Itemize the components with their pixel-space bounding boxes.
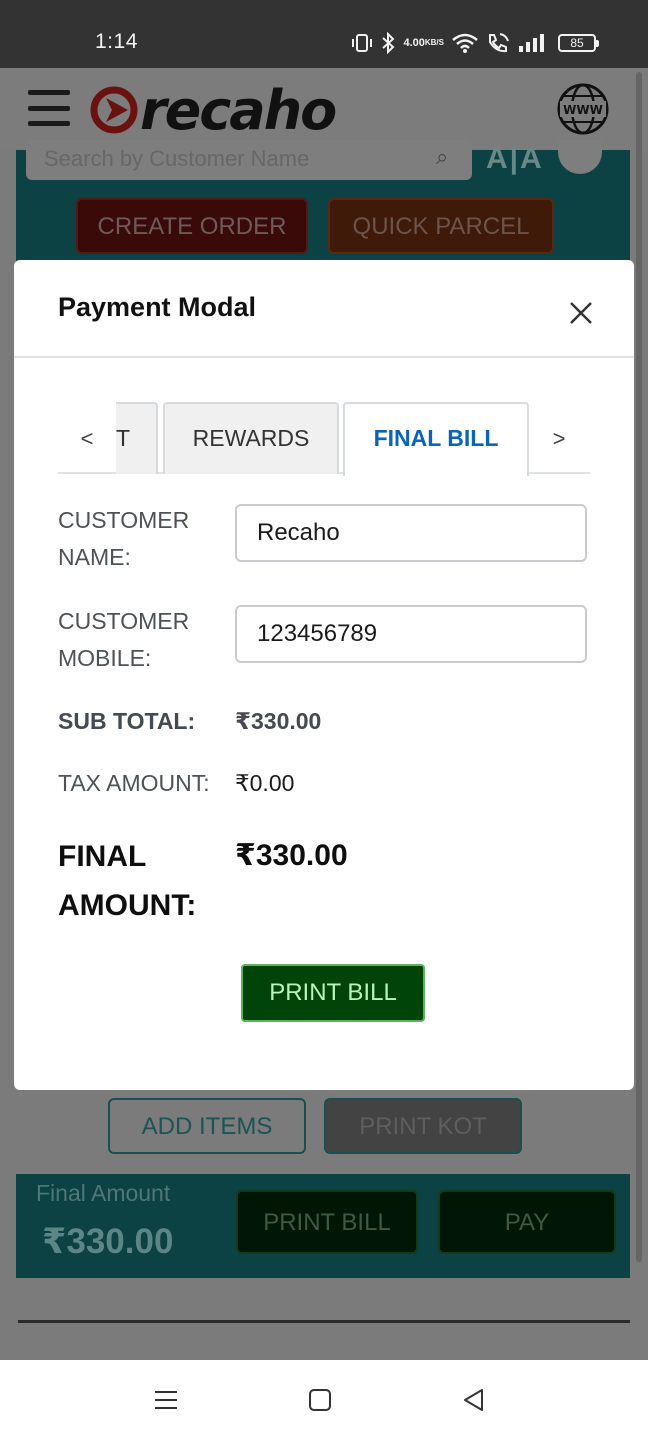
battery-icon: 85 [558, 31, 599, 55]
search-icon[interactable]: ⌕ [436, 144, 448, 170]
modal-header: Payment Modal [14, 260, 634, 358]
quick-parcel-button[interactable]: QUICK PARCEL [328, 198, 554, 254]
wifi-icon [452, 31, 478, 55]
tab-partial[interactable]: T [116, 402, 158, 474]
close-icon[interactable] [566, 298, 596, 328]
signal-icon [518, 31, 544, 55]
app-header: recaho WWW [0, 68, 648, 150]
logo-text: recaho [140, 78, 337, 142]
navigation-bar [0, 1360, 648, 1440]
net-speed-value: 4.00 [403, 37, 425, 49]
print-kot-button[interactable]: PRINT KOT [324, 1098, 522, 1154]
print-bill-button[interactable]: PRINT BILL [241, 964, 425, 1022]
app-logo: recaho [90, 78, 337, 142]
home-icon[interactable] [306, 1386, 334, 1414]
tax-amount-label: TAX AMOUNT: [58, 770, 210, 796]
final-amount-label-line1: FINAL [58, 840, 147, 873]
status-bar: 1:14 4.00 KB/S 85 [0, 0, 648, 68]
search-input[interactable]: Search by Customer Name [26, 140, 472, 180]
customer-name-label-line1: CUSTOMER [58, 507, 190, 533]
create-order-button[interactable]: CREATE ORDER [76, 198, 308, 254]
logo-mark-icon [90, 86, 138, 134]
tab-scroll-left-icon[interactable]: < [74, 426, 100, 452]
tax-amount-value: ₹0.00 [235, 770, 295, 796]
customer-mobile-label: CUSTOMER MOBILE: [58, 603, 189, 677]
modal-title: Payment Modal [58, 292, 257, 322]
net-speed-unit: KB/S [424, 38, 444, 47]
footer-final-amount-value: ₹330.00 [42, 1222, 174, 1261]
vibrate-icon [351, 31, 373, 55]
customer-name-input[interactable] [235, 504, 587, 562]
tab-rewards[interactable]: REWARDS [163, 402, 339, 474]
sub-total-label: SUB TOTAL: [58, 708, 196, 734]
add-items-button[interactable]: ADD ITEMS [108, 1098, 306, 1154]
whatsapp-icon[interactable] [558, 140, 602, 174]
network-speed: 4.00 KB/S [403, 31, 444, 55]
battery-level: 85 [558, 34, 599, 52]
customer-name-label-line2: NAME: [58, 544, 131, 570]
footer-print-bill-button[interactable]: PRINT BILL [236, 1190, 418, 1254]
pay-button[interactable]: PAY [438, 1190, 616, 1254]
sub-total-value: ₹330.00 [235, 708, 322, 734]
scrollbar[interactable] [636, 72, 642, 1262]
status-icons: 4.00 KB/S 85 [351, 28, 599, 58]
menu-icon[interactable] [28, 90, 70, 126]
recent-apps-icon[interactable] [152, 1386, 180, 1414]
back-icon[interactable] [460, 1386, 488, 1414]
final-amount-value: ₹330.00 [235, 839, 348, 872]
footer-final-amount-label: Final Amount [36, 1180, 171, 1206]
svg-text:WWW: WWW [563, 103, 603, 117]
customer-mobile-label-line1: CUSTOMER [58, 608, 190, 634]
font-size-icon[interactable]: A|A [486, 142, 544, 176]
website-globe-icon[interactable]: WWW [556, 82, 610, 136]
final-amount-label: FINAL AMOUNT: [58, 832, 196, 930]
tab-final-bill[interactable]: FINAL BILL [343, 402, 529, 476]
status-time: 1:14 [95, 30, 138, 53]
tab-scroll-right-icon[interactable]: > [546, 426, 572, 452]
customer-mobile-label-line2: MOBILE: [58, 645, 152, 671]
customer-mobile-input[interactable] [235, 605, 587, 663]
final-amount-label-line2: AMOUNT: [58, 889, 197, 922]
payment-modal: Payment Modal < T REWARDS FINAL BILL > C… [14, 260, 634, 1090]
divider [18, 1320, 630, 1323]
customer-name-label: CUSTOMER NAME: [58, 502, 189, 576]
bluetooth-icon [381, 31, 395, 55]
payment-tabs: < T REWARDS FINAL BILL > [58, 402, 590, 476]
wifi-calling-icon [486, 31, 510, 55]
